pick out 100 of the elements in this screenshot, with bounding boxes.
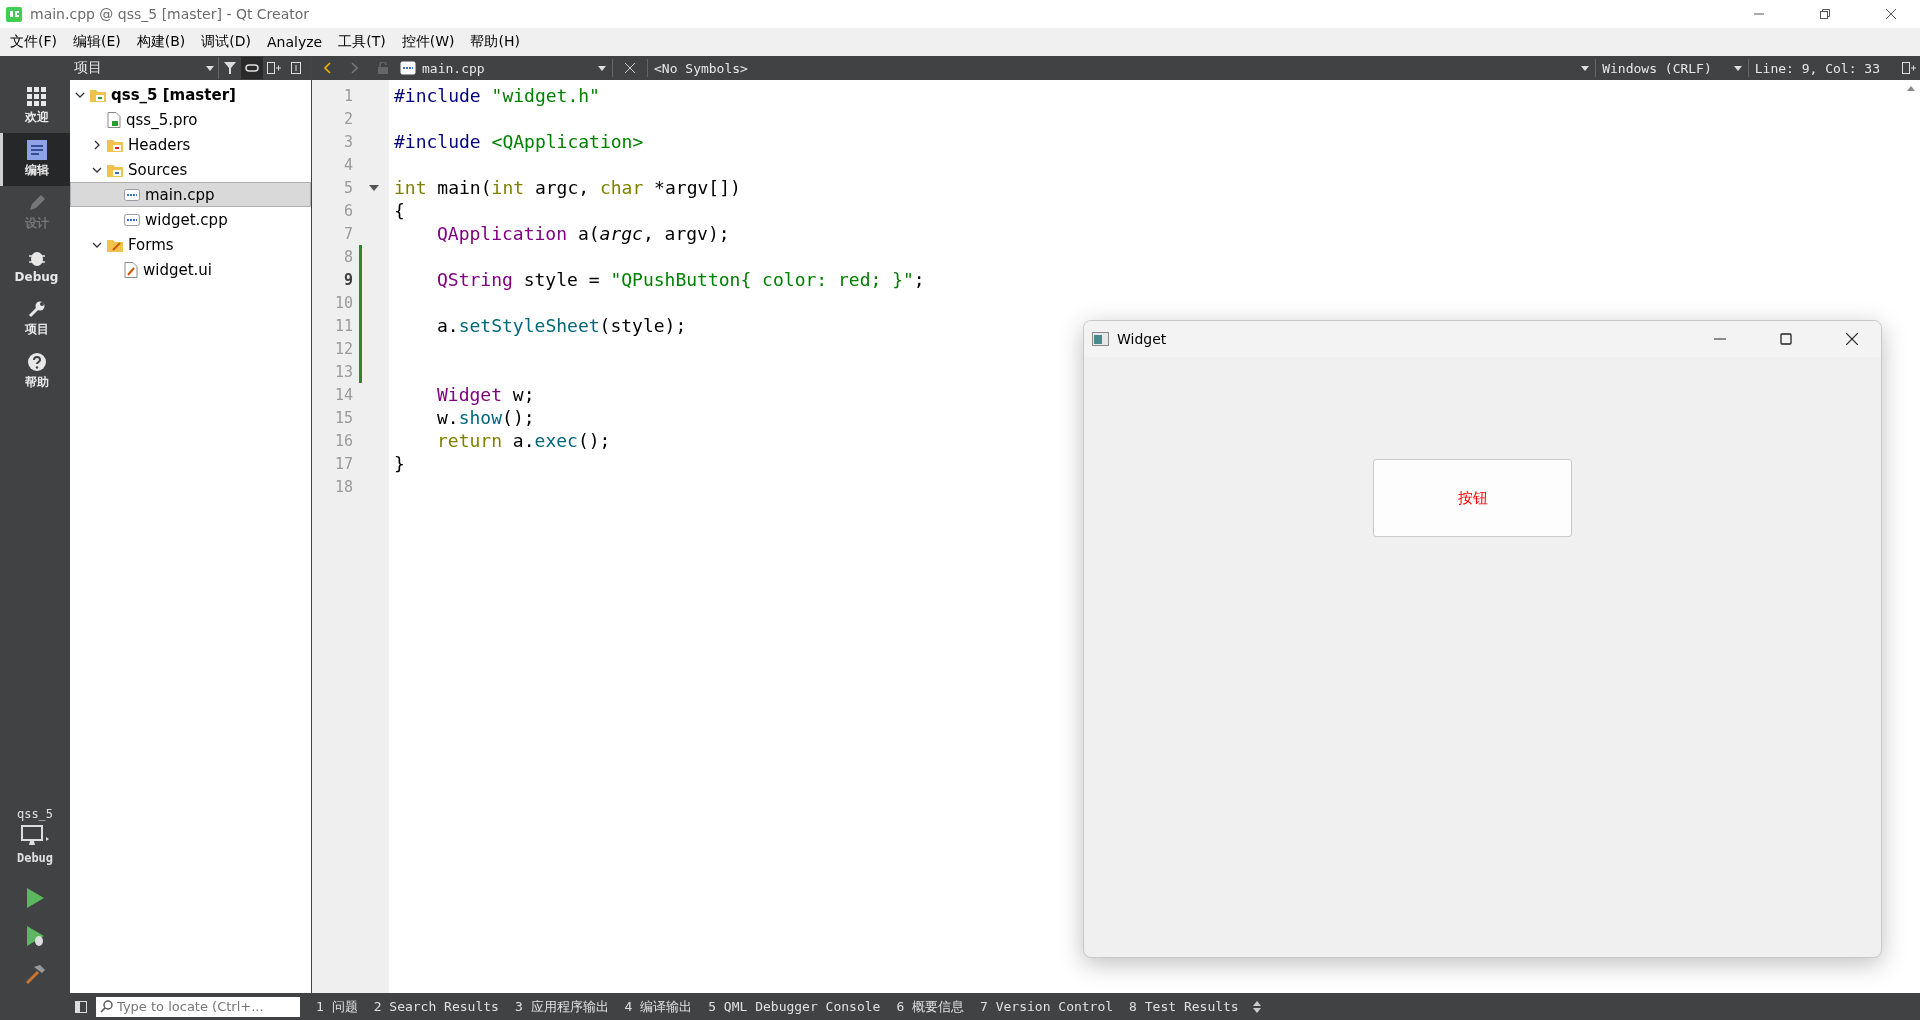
- code-line: return a.exec();: [436, 429, 611, 452]
- dropdown-arrow-icon[interactable]: [206, 65, 214, 71]
- tree-item[interactable]: qss_5 [master]: [70, 82, 311, 107]
- up-down-arrow-icon[interactable]: [1252, 1000, 1261, 1013]
- menu-item[interactable]: 帮助(H): [462, 33, 528, 51]
- kit-config-label: Debug: [16, 851, 54, 865]
- dropdown-arrow-icon[interactable]: [598, 65, 606, 71]
- scroll-up-icon[interactable]: [1907, 86, 1915, 91]
- menu-item[interactable]: 控件(W): [393, 33, 463, 51]
- project-folder-icon: [90, 87, 106, 102]
- cpp-file-icon: [124, 213, 140, 226]
- tree-item[interactable]: main.cpp: [70, 182, 311, 207]
- code-line: QString style = "QPushButton{ color: red; }";: [436, 268, 925, 291]
- line-number: 3: [342, 132, 353, 151]
- line-number: 9: [342, 270, 353, 289]
- menu-item[interactable]: Analyze: [259, 34, 331, 50]
- code-line: QApplication a(argc, argv);: [436, 222, 730, 245]
- debug-run-icon[interactable]: [25, 925, 45, 947]
- mode-button[interactable]: 编辑: [0, 133, 70, 186]
- kit-project-label: qss_5: [16, 807, 54, 821]
- output-pane-tab[interactable]: 5 QML Debugger Console: [700, 993, 889, 1020]
- project-file-icon: [107, 111, 121, 128]
- widget-window-title: Widget: [1117, 331, 1168, 347]
- line-number: 15: [333, 408, 353, 427]
- locator-field[interactable]: Type to locate (Ctrl+...: [96, 996, 300, 1017]
- mode-button[interactable]: 项目: [0, 292, 70, 345]
- tree-item[interactable]: qss_5.pro: [70, 107, 311, 132]
- menu-item[interactable]: 文件(F): [2, 33, 65, 51]
- restore-icon[interactable]: [1820, 9, 1830, 19]
- line-number: 13: [333, 362, 353, 381]
- help-icon: [26, 352, 47, 372]
- ui-file-icon: [124, 261, 138, 278]
- output-pane-tab[interactable]: 1 问题: [308, 993, 366, 1020]
- mode-button[interactable]: Debug: [0, 239, 70, 292]
- tree-item[interactable]: Sources: [70, 157, 311, 182]
- window-icon: [1092, 332, 1109, 346]
- code-line: #include "widget.h": [394, 84, 600, 107]
- header-folder-icon: [107, 137, 123, 152]
- link-icon[interactable]: [241, 57, 263, 79]
- line-number: 16: [333, 431, 353, 450]
- tree-item[interactable]: widget.ui: [70, 257, 311, 282]
- search-icon: [100, 1000, 113, 1013]
- source-folder-icon: [107, 162, 123, 177]
- grid-icon: [26, 87, 47, 107]
- line-number: 7: [342, 224, 353, 243]
- symbols-selector[interactable]: <No Symbols>: [654, 60, 748, 76]
- line-number: 14: [333, 385, 353, 404]
- maximize-icon[interactable]: [1780, 333, 1792, 345]
- mode-button[interactable]: 帮助: [0, 345, 70, 398]
- menu-item[interactable]: 工具(T): [330, 33, 394, 51]
- menu-item[interactable]: 编辑(E): [65, 33, 129, 51]
- menu-item[interactable]: 调试(D): [193, 33, 259, 51]
- line-number: 4: [342, 155, 353, 174]
- line-number: 5: [342, 178, 353, 197]
- file-name[interactable]: main.cpp: [422, 60, 592, 76]
- monitor-icon[interactable]: [21, 825, 49, 847]
- output-pane-tab[interactable]: 8 Test Results: [1121, 993, 1247, 1020]
- tree-item[interactable]: Forms: [70, 232, 311, 257]
- mode-button[interactable]: 欢迎: [0, 80, 70, 133]
- code-line: w.show();: [436, 406, 535, 429]
- fold-arrow-icon[interactable]: [369, 184, 379, 191]
- app-logo-icon: [6, 6, 22, 22]
- line-number: 8: [342, 247, 353, 266]
- dropdown-arrow-icon[interactable]: [1733, 65, 1742, 71]
- document-icon: [26, 140, 47, 160]
- code-line: a.setStyleSheet(style);: [436, 314, 687, 337]
- code-line: {: [394, 199, 405, 222]
- close-icon[interactable]: [1846, 333, 1858, 345]
- window-title: main.cpp @ qss_5 [master] - Qt Creator: [30, 6, 311, 22]
- output-pane-tab[interactable]: 4 编译输出: [616, 993, 701, 1020]
- line-number: 17: [333, 454, 353, 473]
- cpp-file-icon: [400, 61, 416, 75]
- close-icon[interactable]: [1886, 9, 1896, 19]
- line-number: 18: [333, 477, 353, 496]
- line-number: 6: [342, 201, 353, 220]
- output-pane-tab[interactable]: 7 Version Control: [972, 993, 1122, 1020]
- hammer-icon[interactable]: [24, 963, 46, 985]
- code-line: }: [394, 452, 405, 475]
- push-button[interactable]: 按钮: [1373, 459, 1572, 537]
- line-number: 10: [333, 293, 353, 312]
- tree-item[interactable]: widget.cpp: [70, 207, 311, 232]
- line-number: 2: [342, 109, 353, 128]
- cursor-position[interactable]: Line: 9, Col: 33: [1754, 60, 1880, 76]
- output-pane-tab[interactable]: 2 Search Results: [365, 993, 507, 1020]
- line-number: 12: [333, 339, 353, 358]
- output-pane-tab[interactable]: 3 应用程序输出: [506, 993, 617, 1020]
- output-pane-tab[interactable]: 6 概要信息: [888, 993, 973, 1020]
- line-endings-selector[interactable]: Windows (CRLF): [1602, 60, 1712, 76]
- chevron-right-icon[interactable]: [92, 139, 102, 150]
- form-folder-icon: [107, 237, 123, 252]
- run-icon[interactable]: [25, 887, 45, 909]
- line-number: 1: [342, 86, 353, 105]
- menu-item[interactable]: 构建(B): [128, 33, 194, 51]
- tree-item[interactable]: Headers: [70, 132, 311, 157]
- dropdown-arrow-icon[interactable]: [1581, 65, 1590, 71]
- code-line: Widget w;: [436, 383, 535, 406]
- code-line: int main(int argc, char *argv[]): [394, 176, 741, 199]
- line-number: 11: [333, 316, 353, 335]
- wrench-icon: [26, 299, 47, 319]
- cpp-file-icon: [124, 188, 140, 201]
